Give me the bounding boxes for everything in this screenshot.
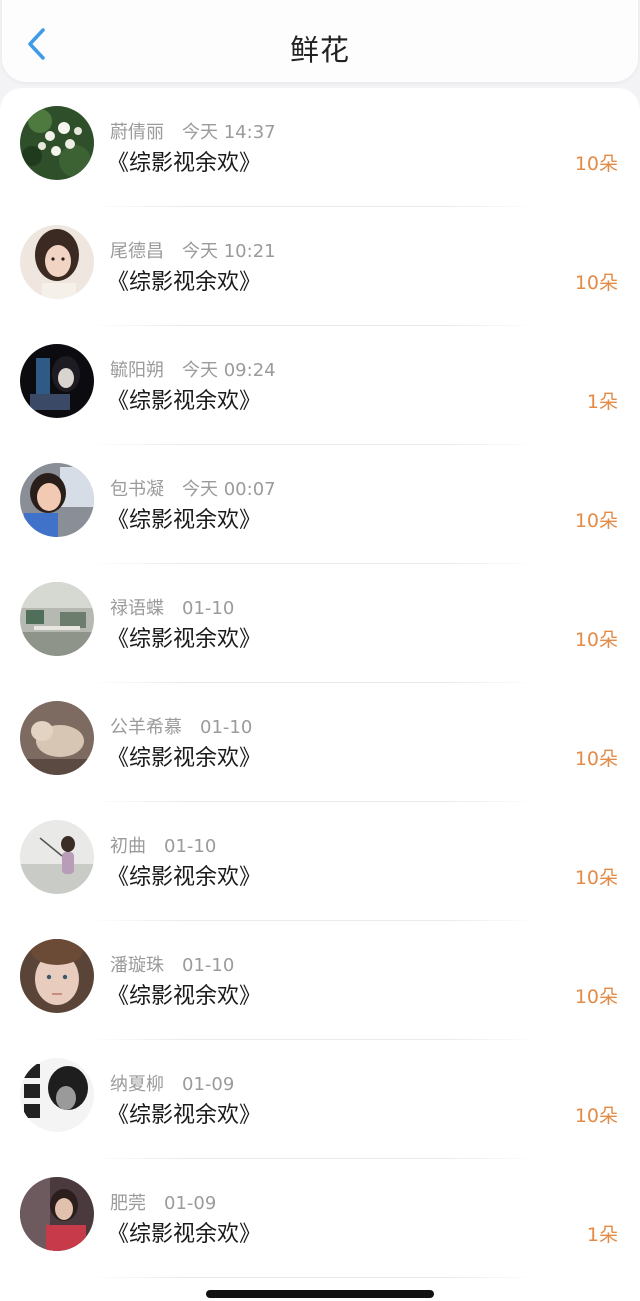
flower-count: 1朵 (586, 391, 618, 413)
flower-count: 10朵 (574, 272, 618, 294)
timestamp: 01-09 (182, 1074, 235, 1095)
timestamp: 今天 14:37 (182, 122, 276, 143)
sender-name: 蔚倩丽 (110, 122, 164, 143)
avatar (20, 939, 94, 1013)
flower-count: 1朵 (586, 1224, 618, 1246)
avatar (20, 820, 94, 894)
list-item[interactable]: 纳夏柳 01-09 《综影视余欢》 10朵 (0, 1040, 640, 1159)
avatar (20, 1058, 94, 1132)
avatar (20, 1177, 94, 1251)
work-title: 《综影视余欢》 (107, 508, 262, 533)
avatar (20, 344, 94, 418)
sender-name: 公羊希慕 (110, 717, 182, 738)
timestamp: 01-10 (182, 598, 235, 619)
list-item[interactable]: 毓阳朔 今天 09:24 《综影视余欢》 1朵 (0, 326, 640, 445)
flower-count: 10朵 (574, 986, 618, 1008)
flower-count: 10朵 (574, 748, 618, 770)
avatar (20, 106, 94, 180)
work-title: 《综影视余欢》 (107, 1103, 262, 1128)
avatar (20, 463, 94, 537)
home-indicator[interactable] (206, 1290, 434, 1298)
avatar (20, 225, 94, 299)
timestamp: 01-10 (200, 717, 253, 738)
nav-bar: 鲜花 (2, 0, 638, 82)
page-title: 鲜花 (289, 33, 350, 67)
flower-list: 蔚倩丽 今天 14:37 《综影视余欢》 10朵 尾德昌 今天 10:21 《综影视… (0, 88, 640, 1301)
app-screen: 鲜花 蔚倩丽 今天 14:37 《综影视余欢》 10朵 尾德昌 今天 10:21… (0, 0, 640, 1301)
avatar (20, 582, 94, 656)
work-title: 《综影视余欢》 (107, 151, 262, 176)
sender-name: 包书凝 (110, 479, 164, 500)
list-item[interactable]: 潘璇珠 01-10 《综影视余欢》 10朵 (0, 921, 640, 1040)
timestamp: 今天 09:24 (182, 360, 276, 381)
list-item[interactable]: 禄语蝶 01-10 《综影视余欢》 10朵 (0, 564, 640, 683)
sender-name: 潘璇珠 (110, 955, 164, 976)
work-title: 《综影视余欢》 (107, 865, 262, 890)
timestamp: 今天 10:21 (182, 241, 276, 262)
work-title: 《综影视余欢》 (107, 389, 262, 414)
sender-name: 毓阳朔 (110, 360, 164, 381)
sender-name: 肥莞 (110, 1193, 146, 1214)
work-title: 《综影视余欢》 (107, 746, 262, 771)
list-item[interactable]: 包书凝 今天 00:07 《综影视余欢》 10朵 (0, 445, 640, 564)
list-item[interactable]: 公羊希慕 01-10 《综影视余欢》 10朵 (0, 683, 640, 802)
divider (90, 1277, 540, 1278)
sender-name: 初曲 (110, 836, 146, 857)
flower-count: 10朵 (574, 510, 618, 532)
flower-count: 10朵 (574, 629, 618, 651)
sender-name: 禄语蝶 (110, 598, 164, 619)
flower-count: 10朵 (574, 867, 618, 889)
timestamp: 今天 00:07 (182, 479, 276, 500)
list-item[interactable]: 蔚倩丽 今天 14:37 《综影视余欢》 10朵 (0, 88, 640, 207)
list-item[interactable]: 初曲 01-10 《综影视余欢》 10朵 (0, 802, 640, 921)
timestamp: 01-09 (164, 1193, 217, 1214)
sender-name: 纳夏柳 (110, 1074, 164, 1095)
flower-count: 10朵 (574, 153, 618, 175)
work-title: 《综影视余欢》 (107, 984, 262, 1009)
list-item[interactable]: 肥莞 01-09 《综影视余欢》 1朵 (0, 1159, 640, 1278)
work-title: 《综影视余欢》 (107, 270, 262, 295)
avatar (20, 701, 94, 775)
timestamp: 01-10 (182, 955, 235, 976)
flower-count: 10朵 (574, 1105, 618, 1127)
work-title: 《综影视余欢》 (107, 627, 262, 652)
timestamp: 01-10 (164, 836, 217, 857)
sender-name: 尾德昌 (110, 241, 164, 262)
list-item[interactable]: 尾德昌 今天 10:21 《综影视余欢》 10朵 (0, 207, 640, 326)
work-title: 《综影视余欢》 (107, 1222, 262, 1247)
